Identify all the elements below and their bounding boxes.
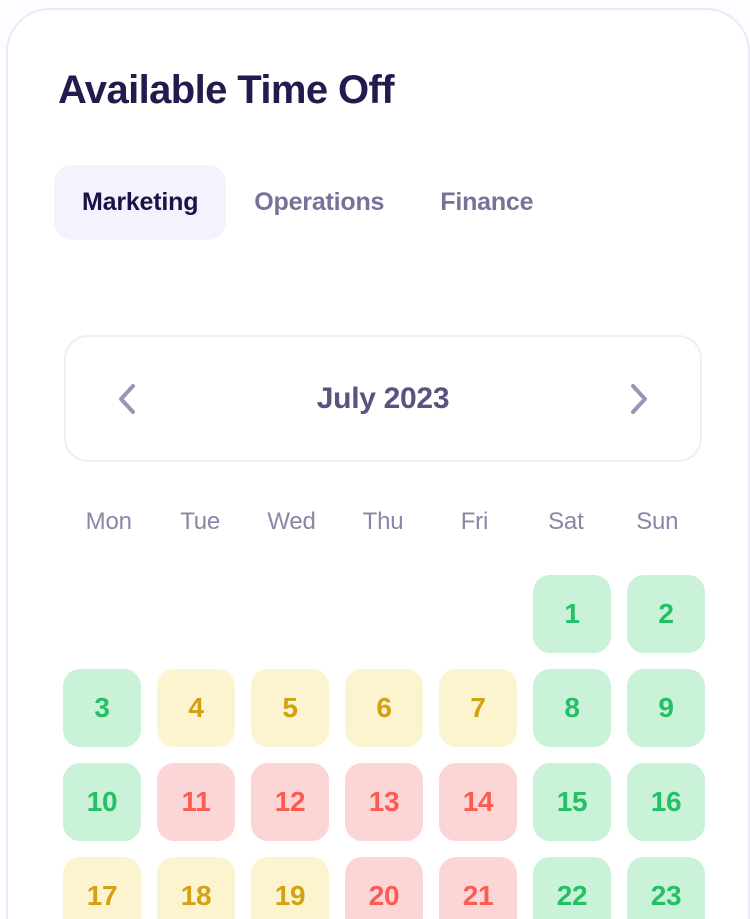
- calendar-day-1[interactable]: 1: [533, 575, 611, 653]
- app-root: Available Time Off MarketingOperationsFi…: [0, 0, 750, 919]
- department-tabs: MarketingOperationsFinance: [54, 165, 561, 240]
- weekday-label-fri: Fri: [429, 508, 520, 536]
- weekday-label-thu: Thu: [337, 508, 428, 536]
- weekday-label-sun: Sun: [612, 508, 703, 536]
- calendar-cell-empty: [439, 575, 517, 653]
- calendar-day-3[interactable]: 3: [63, 669, 141, 747]
- calendar-grid: 1234567891011121314151617181920212223: [63, 575, 703, 919]
- calendar-day-22[interactable]: 22: [533, 857, 611, 919]
- calendar-day-8[interactable]: 8: [533, 669, 611, 747]
- calendar-day-6[interactable]: 6: [345, 669, 423, 747]
- calendar-day-17[interactable]: 17: [63, 857, 141, 919]
- time-off-card: Available Time Off MarketingOperationsFi…: [6, 8, 750, 919]
- calendar-day-4[interactable]: 4: [157, 669, 235, 747]
- page-title: Available Time Off: [58, 68, 394, 113]
- calendar-day-11[interactable]: 11: [157, 763, 235, 841]
- calendar-cell-empty: [63, 575, 141, 653]
- tab-operations[interactable]: Operations: [226, 165, 412, 240]
- calendar-day-18[interactable]: 18: [157, 857, 235, 919]
- weekday-label-wed: Wed: [246, 508, 337, 536]
- calendar-day-21[interactable]: 21: [439, 857, 517, 919]
- weekday-label-sat: Sat: [520, 508, 611, 536]
- calendar-day-15[interactable]: 15: [533, 763, 611, 841]
- chevron-left-icon[interactable]: [110, 382, 144, 416]
- month-label: July 2023: [317, 382, 449, 416]
- calendar-day-9[interactable]: 9: [627, 669, 705, 747]
- calendar-cell-empty: [345, 575, 423, 653]
- tab-marketing[interactable]: Marketing: [54, 165, 226, 240]
- calendar-day-10[interactable]: 10: [63, 763, 141, 841]
- weekday-header: MonTueWedThuFriSatSun: [63, 508, 703, 536]
- calendar-day-13[interactable]: 13: [345, 763, 423, 841]
- chevron-right-icon[interactable]: [622, 382, 656, 416]
- calendar-day-12[interactable]: 12: [251, 763, 329, 841]
- month-navigator: July 2023: [64, 335, 702, 462]
- calendar-day-16[interactable]: 16: [627, 763, 705, 841]
- weekday-label-tue: Tue: [154, 508, 245, 536]
- calendar-cell-empty: [157, 575, 235, 653]
- calendar-cell-empty: [251, 575, 329, 653]
- calendar-day-19[interactable]: 19: [251, 857, 329, 919]
- calendar-day-7[interactable]: 7: [439, 669, 517, 747]
- calendar-day-2[interactable]: 2: [627, 575, 705, 653]
- calendar-day-20[interactable]: 20: [345, 857, 423, 919]
- calendar-day-14[interactable]: 14: [439, 763, 517, 841]
- calendar-day-23[interactable]: 23: [627, 857, 705, 919]
- calendar-day-5[interactable]: 5: [251, 669, 329, 747]
- weekday-label-mon: Mon: [63, 508, 154, 536]
- tab-finance[interactable]: Finance: [412, 165, 561, 240]
